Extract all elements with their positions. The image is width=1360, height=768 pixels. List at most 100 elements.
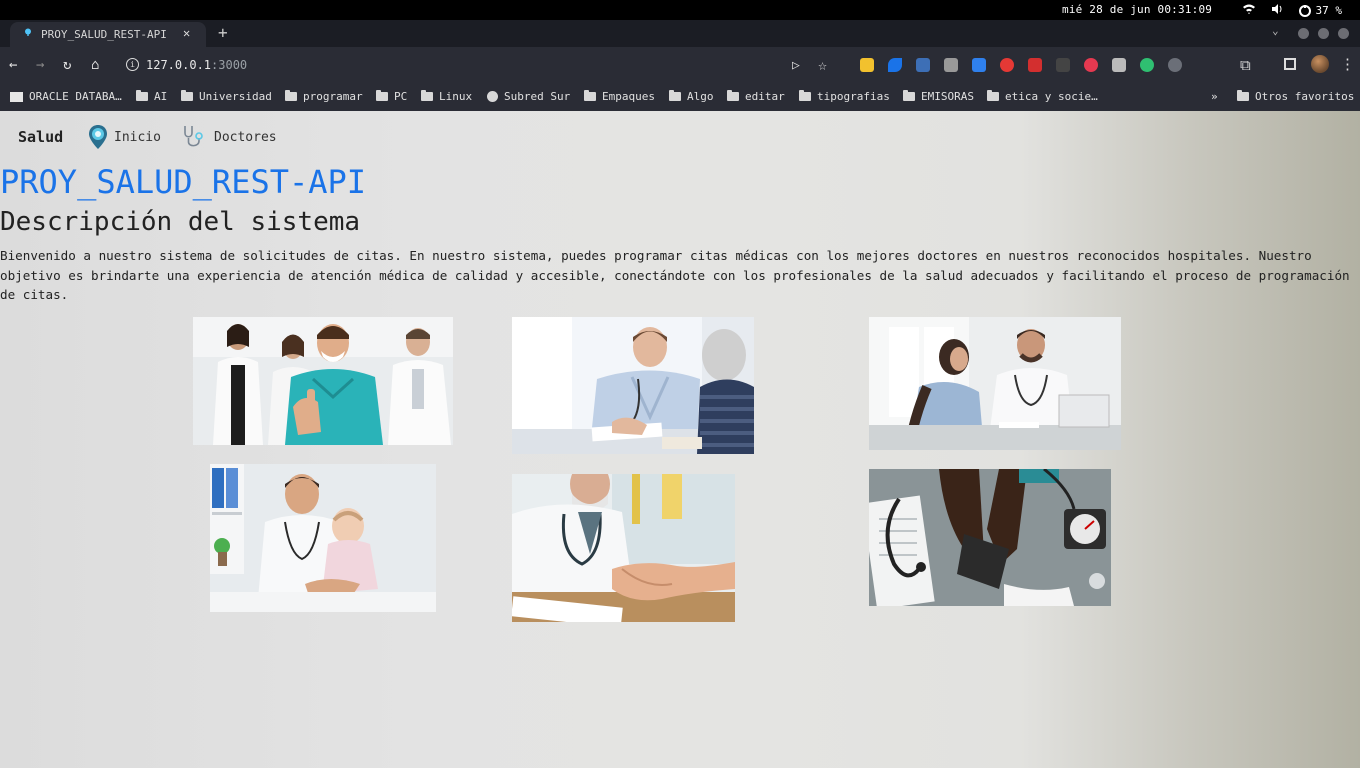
profile-avatar[interactable] [1311,55,1329,73]
extension-icon-6[interactable] [1000,58,1014,72]
os-clock[interactable]: mié 28 de jun 00:31:09 [1062,3,1212,16]
window-maximize-button[interactable] [1318,28,1329,39]
extension-icon-9[interactable] [1084,58,1098,72]
nav-link-inicio[interactable]: Inicio [88,124,161,150]
folder-icon [285,90,297,101]
extensions-puzzle-icon[interactable]: ⧉ [1240,56,1251,74]
folder-icon [421,90,433,101]
other-bookmarks-folder[interactable]: Otros favoritos [1237,90,1354,103]
bookmark-folder[interactable]: tipografias [799,90,890,103]
doctor-writing-with-patient-photo [512,317,754,454]
stethoscope-icon [184,126,203,147]
address-bar[interactable]: i 127.0.0.1:3000 [118,52,838,78]
reload-icon[interactable]: ↻ [63,57,71,73]
site-info-icon[interactable]: i [126,58,139,71]
doctor-handshake-photo [512,474,735,622]
bookmark-label: Linux [439,90,473,103]
bookmarks-overflow-chevron-icon[interactable]: » [1211,90,1218,103]
extension-icon-5[interactable] [972,58,986,72]
folder-icon [799,90,811,101]
bookmark-folder[interactable]: etica y socie… [987,90,1098,103]
send-to-devices-icon[interactable]: ▷ [792,58,800,73]
url-port: :3000 [211,58,248,72]
bookmark-label: programar [303,90,363,103]
tab-strip: PROY_SALUD_REST-API ✕ + ⌄ [0,20,1360,47]
extension-icon-10[interactable] [1112,58,1126,72]
bookmark-label: Algo [687,90,714,103]
volume-icon[interactable] [1270,2,1284,19]
extensions-bar [860,58,1210,72]
bookmark-folder[interactable]: Empaques [584,90,655,103]
extension-icon-12[interactable] [1168,58,1182,72]
bookmark-label: EMISORAS [921,90,974,103]
battery-indicator[interactable]: 37 % [1298,4,1342,18]
nav-link-label: Inicio [114,129,161,145]
window-minimize-button[interactable] [1298,28,1309,39]
folder-icon [584,90,596,101]
url-host: 127.0.0.1 [146,58,212,72]
bookmark-folder[interactable]: AI [136,90,167,103]
bookmark-folder[interactable]: editar [727,90,785,103]
forward-arrow-icon[interactable]: → [36,57,44,73]
bookmark-item[interactable]: ORACLE DATABA… [10,90,122,103]
browser-menu-icon[interactable]: ⋮ [1340,55,1355,73]
bookmarks-bar: ORACLE DATABA… AI Universidad programar … [0,85,1360,111]
nav-link-doctores[interactable]: Doctores [180,124,277,150]
site-brand[interactable]: Salud [18,128,63,146]
bookmark-folder[interactable]: PC [376,90,407,103]
bookmark-label: tipografias [817,90,890,103]
extension-icon-8[interactable] [1056,58,1070,72]
battery-icon [1298,4,1311,17]
back-arrow-icon[interactable]: ← [9,57,17,73]
tab-search-chevron-icon[interactable]: ⌄ [1272,24,1279,37]
bookmark-label: Otros favoritos [1255,90,1355,103]
folder-icon [669,90,681,101]
browser-tab-active[interactable]: PROY_SALUD_REST-API ✕ [10,22,206,47]
extension-icon-7[interactable] [1028,58,1042,72]
bookmark-label: Universidad [199,90,272,103]
extension-icon-1[interactable] [860,58,874,72]
pediatrician-with-baby-photo [210,464,436,612]
bookmark-label: ORACLE DATABA… [29,90,122,103]
tab-close-icon[interactable]: ✕ [183,26,190,40]
oracle-icon [10,91,23,102]
blood-pressure-measurement-photo [869,469,1111,606]
folder-icon [376,90,388,101]
bookmark-folder[interactable]: programar [285,90,363,103]
bookmark-label: AI [154,90,168,103]
tab-favicon-icon [25,28,31,36]
bookmark-label: PC [394,90,408,103]
extension-icon-3[interactable] [916,58,930,72]
folder-icon [987,90,999,101]
extension-icon-13[interactable] [1196,58,1210,72]
bookmark-folder[interactable]: Algo [669,90,714,103]
os-top-bar: mié 28 de jun 00:31:09 37 % [0,0,1360,20]
bookmark-folder[interactable]: EMISORAS [903,90,974,103]
intro-paragraph: Bienvenido a nuestro sistema de solicitu… [0,248,1350,302]
bookmark-star-icon[interactable]: ☆ [818,56,827,74]
folder-icon [903,90,915,101]
folder-icon [181,90,193,101]
doctors-team-photo [193,317,453,445]
window-close-button[interactable] [1338,28,1349,39]
globe-icon [487,91,498,102]
bookmark-folder[interactable]: Linux [421,90,472,103]
section-heading: Descripción del sistema [0,207,361,237]
web-page: Salud Inicio Doctores PROY_SALUD_REST-AP… [0,111,1360,768]
extension-icon-4[interactable] [944,58,958,72]
extension-icon-11[interactable] [1140,58,1154,72]
home-icon[interactable]: ⌂ [91,57,99,73]
side-panel-icon[interactable] [1284,58,1296,70]
bookmark-folder[interactable]: Universidad [181,90,272,103]
new-tab-plus-icon[interactable]: + [218,23,228,42]
doctor-consulting-patient-photo [869,317,1121,450]
bookmark-label: Subred Sur [504,90,571,103]
bookmark-item[interactable]: Subred Sur [487,90,570,103]
wifi-icon[interactable] [1242,2,1256,19]
folder-icon [727,90,739,101]
extension-icon-2[interactable] [888,58,902,72]
nav-link-label: Doctores [214,129,277,145]
folder-icon [1237,90,1249,101]
page-title: PROY_SALUD_REST-API [0,163,367,201]
bookmark-label: editar [745,90,785,103]
